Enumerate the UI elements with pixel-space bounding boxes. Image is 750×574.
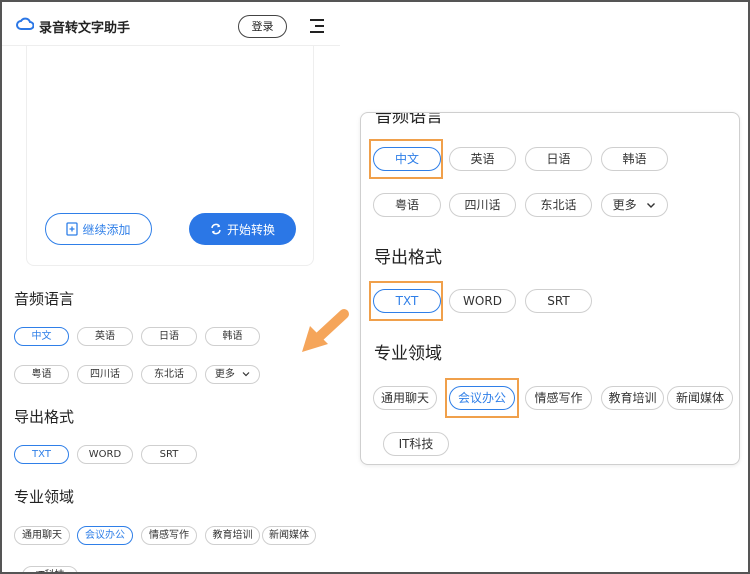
lang-more-label: 更多 <box>214 369 235 380</box>
domain-section-title: 专业领域 <box>14 488 75 506</box>
zoom-lang-chip-japanese[interactable]: 日语 <box>525 147 592 171</box>
domain-chip-emotional-writing[interactable]: 情感写作 <box>141 526 197 545</box>
lang-chip-korean[interactable]: 韩语 <box>205 327 260 346</box>
add-more-button[interactable]: 继续添加 <box>45 213 152 245</box>
lang-chip-northeastern[interactable]: 东北话 <box>141 365 197 384</box>
lang-chip-chinese[interactable]: 中文 <box>14 327 69 346</box>
highlight-box-language <box>369 139 443 179</box>
zoom-lang-more-label: 更多 <box>612 198 637 212</box>
zoom-lang-chip-cantonese[interactable]: 粤语 <box>373 193 441 217</box>
zoom-lang-chip-english[interactable]: 英语 <box>449 147 516 171</box>
zoom-domain-chip-general[interactable]: 通用聊天 <box>373 386 437 410</box>
zoom-domain-chip-it-tech[interactable]: IT科技 <box>383 432 449 456</box>
chevron-down-icon <box>242 372 250 377</box>
domain-chip-education[interactable]: 教育培训 <box>205 526 260 545</box>
zoom-domain-chip-emotional-writing[interactable]: 情感写作 <box>525 386 592 410</box>
zoom-language-title: 音频语言 <box>375 112 443 127</box>
chevron-down-icon <box>647 203 656 208</box>
zoom-lang-chip-northeastern[interactable]: 东北话 <box>525 193 592 217</box>
zoom-format-chip-word[interactable]: WORD <box>449 289 516 313</box>
mobile-view: 录音转文字助手 登录 继续添加 开始转换 音频语言 中文 英语 日语 韩语 粤语… <box>2 2 342 572</box>
format-chip-word[interactable]: WORD <box>77 445 133 464</box>
zoom-format-title: 导出格式 <box>374 248 442 268</box>
add-more-label: 继续添加 <box>82 222 131 237</box>
pointer-arrow-icon <box>302 309 349 352</box>
domain-chip-meeting[interactable]: 会议办公 <box>77 526 133 545</box>
zoom-lang-more-dropdown[interactable]: 更多 <box>601 193 668 217</box>
zoom-detail-panel: 音频语言 中文 英语 日语 韩语 粤语 四川话 东北话 更多 导出格式 TXT … <box>360 112 740 465</box>
zoom-domain-chip-news-media[interactable]: 新闻媒体 <box>667 386 733 410</box>
convert-icon <box>211 223 221 235</box>
domain-chip-news-media[interactable]: 新闻媒体 <box>262 526 316 545</box>
lang-chip-english[interactable]: 英语 <box>77 327 133 346</box>
domain-chip-general[interactable]: 通用聊天 <box>14 526 70 545</box>
zoom-lang-chip-korean[interactable]: 韩语 <box>601 147 668 171</box>
lang-chip-cantonese[interactable]: 粤语 <box>14 365 69 384</box>
language-section-title: 音频语言 <box>14 290 75 308</box>
zoom-domain-chip-education[interactable]: 教育培训 <box>601 386 664 410</box>
app-title: 录音转文字助手 <box>39 21 131 36</box>
start-convert-button[interactable]: 开始转换 <box>189 213 296 245</box>
hamburger-menu-icon[interactable] <box>310 19 324 33</box>
top-bar: 录音转文字助手 登录 <box>2 2 340 46</box>
lang-chip-sichuanese[interactable]: 四川话 <box>77 365 133 384</box>
zoom-format-chip-srt[interactable]: SRT <box>525 289 592 313</box>
add-file-icon <box>66 222 79 236</box>
screenshot-frame: 录音转文字助手 登录 继续添加 开始转换 音频语言 中文 英语 日语 韩语 粤语… <box>0 0 750 574</box>
cloud-logo-icon <box>16 17 34 30</box>
format-chip-srt[interactable]: SRT <box>141 445 197 464</box>
domain-chip-it-tech[interactable]: IT科技 <box>22 566 78 572</box>
login-button[interactable]: 登录 <box>238 15 287 38</box>
zoom-domain-title: 专业领域 <box>374 344 442 364</box>
start-convert-label: 开始转换 <box>226 222 275 237</box>
format-chip-txt[interactable]: TXT <box>14 445 69 464</box>
highlight-box-format <box>369 281 443 321</box>
highlight-box-domain <box>445 378 519 418</box>
format-section-title: 导出格式 <box>14 408 75 426</box>
zoom-lang-chip-sichuanese[interactable]: 四川话 <box>449 193 516 217</box>
lang-chip-japanese[interactable]: 日语 <box>141 327 197 346</box>
lang-more-dropdown[interactable]: 更多 <box>205 365 260 384</box>
